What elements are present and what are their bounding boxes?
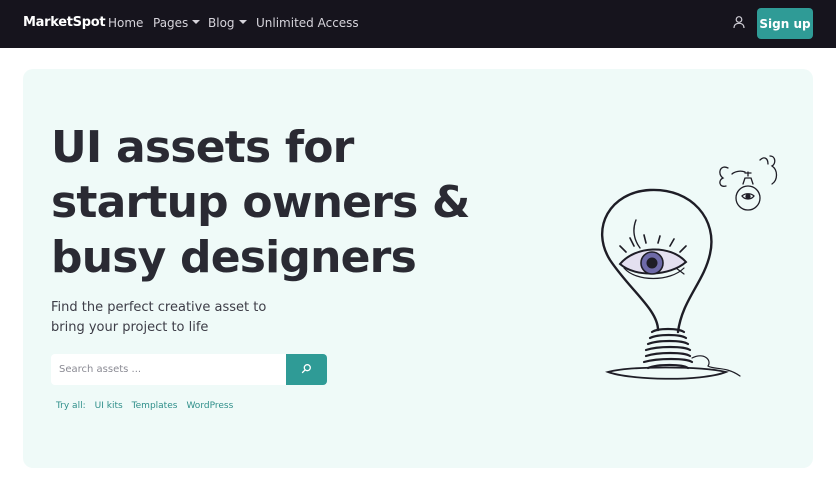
user-icon[interactable] [732, 14, 746, 29]
lightbulb-eye-illustration [600, 150, 790, 390]
try-link-templates[interactable]: Templates [132, 401, 178, 411]
nav-home-label: Home [108, 16, 144, 30]
caret-down-icon [238, 20, 247, 24]
nav-pages-label: Pages [153, 16, 189, 30]
nav-unlimited-access[interactable]: Unlimited Access [256, 16, 359, 30]
signup-button[interactable]: Sign up [757, 8, 813, 39]
hero-subtitle: Find the perfect creative asset to bring… [51, 300, 267, 335]
brand-logo[interactable]: MarketSpot [23, 15, 106, 30]
nav-pages-dropdown[interactable]: Pages [153, 16, 201, 30]
try-link-ui-kits[interactable]: UI kits [95, 401, 123, 411]
try-all-row: Try all: UI kits Templates WordPress [56, 401, 233, 411]
search-input[interactable] [51, 354, 286, 385]
nav-blog-dropdown[interactable]: Blog [208, 16, 247, 30]
nav-unlimited-access-label: Unlimited Access [256, 16, 359, 30]
caret-down-icon [192, 20, 201, 24]
search-button[interactable] [286, 354, 327, 385]
hero-title: UI assets for startup owners & busy desi… [51, 122, 470, 283]
nav-blog-label: Blog [208, 16, 235, 30]
top-navbar: MarketSpot Home Pages Blog Unlimited Acc… [0, 0, 836, 48]
try-all-label: Try all: [56, 401, 86, 411]
search-icon [301, 362, 312, 377]
try-link-wordpress[interactable]: WordPress [186, 401, 233, 411]
nav-home[interactable]: Home [108, 16, 143, 30]
